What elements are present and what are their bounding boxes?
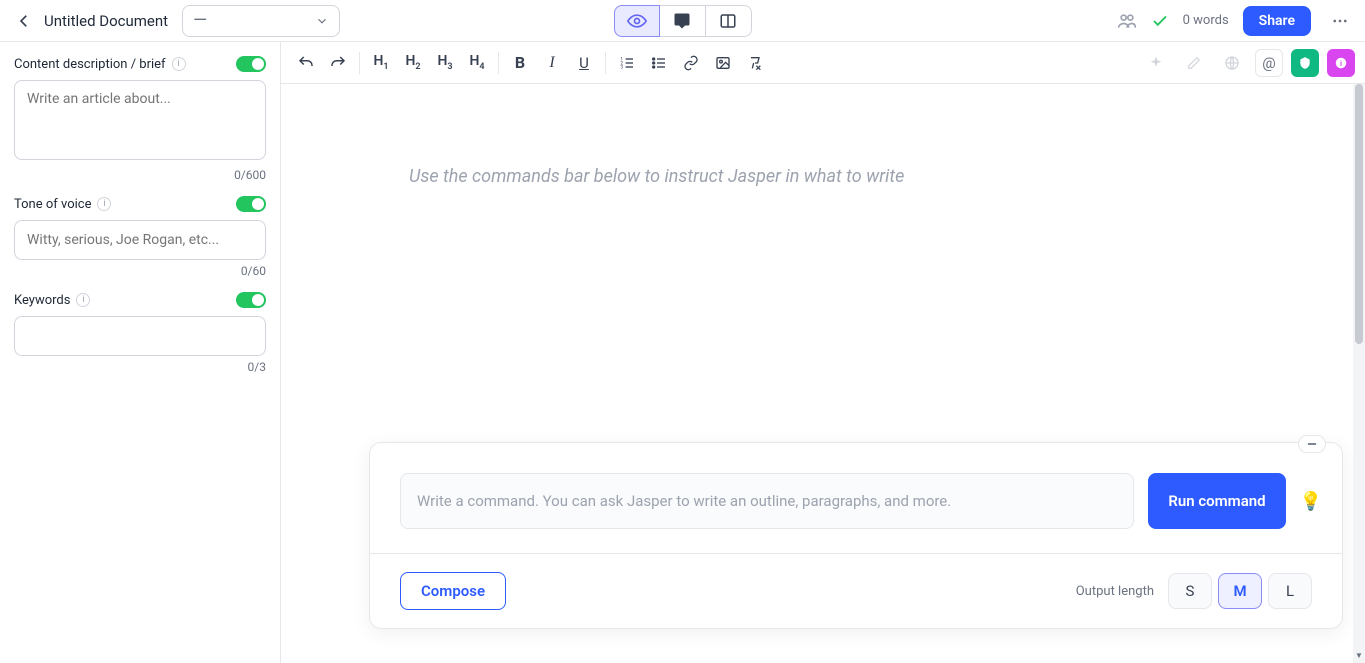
keywords-label: Keywords i <box>14 293 90 308</box>
tips-button[interactable]: 💡 <box>1300 491 1322 512</box>
keywords-toggle[interactable] <box>236 292 266 308</box>
edit-button[interactable] <box>1179 48 1209 78</box>
h1-button[interactable]: H1 <box>366 48 396 78</box>
run-command-button[interactable]: Run command <box>1148 473 1285 529</box>
link-button[interactable] <box>676 48 706 78</box>
keywords-input[interactable] <box>14 316 266 356</box>
word-count: 0 words <box>1183 13 1229 28</box>
h4-button[interactable]: H4 <box>462 48 492 78</box>
sparkle-icon <box>1148 55 1164 71</box>
plagiarism-check-button[interactable]: i <box>1327 49 1355 77</box>
template-selector[interactable]: — <box>182 5 340 37</box>
redo-icon <box>329 54 347 72</box>
tone-counter: 0/60 <box>14 264 266 278</box>
undo-button[interactable] <box>291 48 321 78</box>
globe-icon <box>1224 55 1240 71</box>
ordered-list-icon: 123 <box>619 55 635 71</box>
command-input[interactable] <box>400 473 1134 529</box>
template-value: — <box>193 10 207 31</box>
info-shield-icon: i <box>1334 56 1348 70</box>
chevron-down-icon <box>315 14 329 28</box>
redo-button[interactable] <box>323 48 353 78</box>
back-button[interactable] <box>10 7 38 35</box>
h4-icon: H4 <box>469 53 484 72</box>
collaborators-icon[interactable] <box>1117 11 1137 31</box>
brief-counter: 0/600 <box>14 168 266 182</box>
tone-input[interactable] <box>14 220 266 260</box>
h1-icon: H1 <box>373 53 388 72</box>
chat-icon <box>673 12 691 30</box>
bold-button[interactable]: B <box>505 48 535 78</box>
length-small-button[interactable]: S <box>1168 573 1212 609</box>
ai-rewrite-button[interactable] <box>1141 48 1171 78</box>
info-icon[interactable]: i <box>76 293 90 307</box>
scroll-thumb[interactable] <box>1355 84 1363 344</box>
image-icon <box>715 55 731 71</box>
underline-icon: U <box>579 54 589 72</box>
chat-mode-button[interactable] <box>660 5 706 37</box>
clear-format-icon <box>747 55 763 71</box>
image-button[interactable] <box>708 48 738 78</box>
bold-icon: B <box>515 53 525 72</box>
italic-button[interactable]: I <box>537 48 567 78</box>
info-icon[interactable]: i <box>97 197 111 211</box>
link-icon <box>683 55 699 71</box>
more-menu-button[interactable] <box>1325 6 1355 36</box>
brief-toggle[interactable] <box>236 56 266 72</box>
h3-button[interactable]: H3 <box>430 48 460 78</box>
globe-button[interactable] <box>1217 48 1247 78</box>
underline-button[interactable]: U <box>569 48 599 78</box>
brief-input[interactable] <box>14 80 266 160</box>
arrow-left-icon <box>15 12 33 30</box>
saved-check-icon <box>1151 12 1169 30</box>
command-panel: Run command 💡 Compose Output length S M … <box>369 442 1343 629</box>
unordered-list-icon <box>651 55 667 71</box>
h3-icon: H3 <box>437 53 452 72</box>
length-medium-button[interactable]: M <box>1218 573 1262 609</box>
at-icon: @ <box>1262 54 1275 72</box>
unordered-list-button[interactable] <box>644 48 674 78</box>
eye-icon <box>627 11 647 31</box>
split-mode-button[interactable] <box>706 5 752 37</box>
editor-placeholder[interactable]: Use the commands bar below to instruct J… <box>409 166 904 187</box>
h2-icon: H2 <box>405 53 420 72</box>
h2-button[interactable]: H2 <box>398 48 428 78</box>
layout-icon <box>719 12 737 30</box>
grammar-check-button[interactable] <box>1291 49 1319 77</box>
dots-horizontal-icon <box>1331 12 1349 30</box>
scroll-down-icon[interactable]: ▼ <box>1353 649 1365 661</box>
clear-format-button[interactable] <box>740 48 770 78</box>
ordered-list-button[interactable]: 123 <box>612 48 642 78</box>
mention-button[interactable]: @ <box>1255 49 1283 77</box>
keywords-counter: 0/3 <box>14 360 266 374</box>
tone-toggle[interactable] <box>236 196 266 212</box>
svg-text:3: 3 <box>620 64 623 70</box>
info-icon[interactable]: i <box>172 57 186 71</box>
share-button[interactable]: Share <box>1243 6 1311 36</box>
scrollbar[interactable]: ▼ <box>1353 84 1365 663</box>
svg-text:i: i <box>1340 58 1342 67</box>
undo-icon <box>297 54 315 72</box>
length-large-button[interactable]: L <box>1268 573 1312 609</box>
focus-mode-button[interactable] <box>614 5 660 37</box>
tone-label: Tone of voice i <box>14 197 111 212</box>
shield-check-icon <box>1298 56 1312 70</box>
brief-label: Content description / brief i <box>14 57 186 72</box>
compose-button[interactable]: Compose <box>400 572 506 610</box>
pencil-icon <box>1187 56 1201 70</box>
output-length-label: Output length <box>1076 584 1154 599</box>
document-title[interactable]: Untitled Document <box>44 12 168 30</box>
italic-icon: I <box>549 54 554 72</box>
